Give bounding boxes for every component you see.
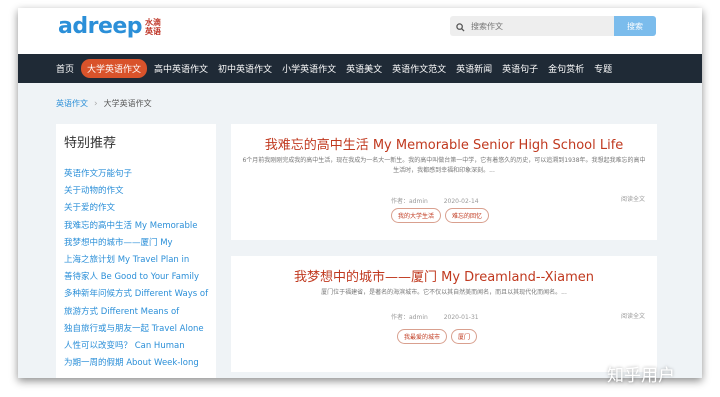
article-excerpt: 6个月前我刚刚完成我的高中生活，现在我成为一名大一新生。我的高中叫做台第一中学，… [242, 157, 646, 174]
nav-item-english-prose[interactable]: 英语美文 [346, 60, 382, 77]
featured-link[interactable]: 人性可以改变吗？ Can Human [64, 338, 208, 355]
featured-sidebar: 特别推荐 英语作文万能句子 关于动物的作文 关于爱的作文 我难忘的高中生活 My… [56, 124, 216, 378]
breadcrumb-root-link[interactable]: 英语作文 [56, 98, 88, 109]
featured-link[interactable]: 独自旅行或与朋友一起 Travel Alone [64, 321, 208, 338]
article-excerpt: 厦门位于福建省，是著名的海滨城市。它不仅以其自然美而闻名，而且以其现代化而闻名。… [321, 289, 567, 296]
chevron-right-icon: › [94, 98, 98, 109]
read-more-link[interactable]: 阅读全文 [621, 194, 645, 203]
site-logo[interactable]: adreep 水滴 英语 [58, 14, 161, 39]
nav-item-model-essays[interactable]: 英语作文范文 [392, 60, 446, 77]
featured-link[interactable]: 关于动物的作文 [64, 183, 208, 200]
search-field[interactable] [450, 16, 614, 36]
nav-item-primary-school-essays[interactable]: 小学英语作文 [282, 60, 336, 77]
article-meta: 作者：admin 2020-01-31 [391, 312, 493, 321]
search-bar: 搜索 [450, 16, 656, 36]
nav-item-english-sentences[interactable]: 英语句子 [502, 60, 538, 77]
article-date: 2020-02-14 [443, 198, 479, 205]
nav-item-high-school-essays[interactable]: 高中英语作文 [154, 60, 208, 77]
article-card: 我梦想中的城市——厦门 My Dreamland--Xiamen 厦门位于福建省… [231, 256, 657, 372]
featured-link[interactable]: 多种新年问候方式 Different Ways of [64, 286, 208, 303]
featured-link[interactable]: 我难忘的高中生活 My Memorable [64, 218, 208, 235]
nav-item-home[interactable]: 首页 [56, 60, 74, 77]
site-header: adreep 水滴 英语 搜索 [18, 8, 702, 54]
nav-item-english-news[interactable]: 英语新闻 [456, 60, 492, 77]
search-icon [456, 17, 465, 36]
logo-text: adreep [58, 14, 143, 39]
article-author: 作者：admin [391, 198, 428, 205]
article-tags: 我最爱的城市 厦门 [397, 329, 481, 344]
article-title-link[interactable]: 我梦想中的城市——厦门 My Dreamland--Xiamen [231, 266, 657, 285]
breadcrumb: 英语作文 › 大学英语作文 [56, 98, 152, 109]
article-date: 2020-01-31 [443, 314, 479, 321]
nav-item-quotes[interactable]: 金句赏析 [548, 60, 584, 77]
nav-item-middle-school-essays[interactable]: 初中英语作文 [218, 60, 272, 77]
logo-subtitle-line-1: 水滴 [145, 17, 162, 27]
browser-page: adreep 水滴 英语 搜索 首页 大学英语作文 高中英语作文 初中英语作文 … [18, 8, 702, 378]
featured-link[interactable]: 为期一周的假期 About Week-long [64, 355, 208, 372]
article-card: 我难忘的高中生活 My Memorable Senior High School… [231, 124, 657, 240]
zhihu-watermark: 知乎用户 [607, 366, 675, 386]
search-input[interactable] [471, 21, 591, 31]
featured-link[interactable]: 上海之旅计划 My Travel Plan in [64, 252, 208, 269]
article-author: 作者：admin [391, 314, 428, 321]
featured-link[interactable]: 善待家人 Be Good to Your Family [64, 269, 208, 286]
nav-item-topics[interactable]: 专题 [594, 60, 612, 77]
nav-item-college-essays[interactable]: 大学英语作文 [81, 59, 148, 78]
tag-pill[interactable]: 我的大学生活 [391, 208, 442, 223]
featured-link[interactable]: 关于爱的作文 [64, 200, 208, 217]
breadcrumb-current: 大学英语作文 [103, 99, 152, 108]
read-more-link[interactable]: 阅读全文 [621, 311, 645, 320]
main-nav: 首页 大学英语作文 高中英语作文 初中英语作文 小学英语作文 英语美文 英语作文… [18, 54, 702, 83]
search-button[interactable]: 搜索 [614, 16, 656, 36]
logo-subtitle: 水滴 英语 [145, 18, 161, 36]
tag-pill[interactable]: 难忘的回忆 [445, 208, 490, 223]
featured-link[interactable]: 我梦想中的城市——厦门 My [64, 235, 208, 252]
logo-subtitle-line-2: 英语 [145, 26, 162, 36]
article-title-link[interactable]: 我难忘的高中生活 My Memorable Senior High School… [231, 134, 657, 153]
tag-pill[interactable]: 厦门 [451, 329, 478, 344]
featured-link[interactable]: 英语作文万能句子 [64, 166, 208, 183]
article-meta: 作者：admin 2020-02-14 [391, 196, 493, 205]
sidebar-title: 特别推荐 [64, 136, 117, 151]
featured-list: 英语作文万能句子 关于动物的作文 关于爱的作文 我难忘的高中生活 My Memo… [64, 166, 208, 372]
featured-link[interactable]: 旅游方式 Different Means of [64, 304, 208, 321]
article-tags: 我的大学生活 难忘的回忆 [391, 208, 493, 223]
tag-pill[interactable]: 我最爱的城市 [397, 329, 448, 344]
